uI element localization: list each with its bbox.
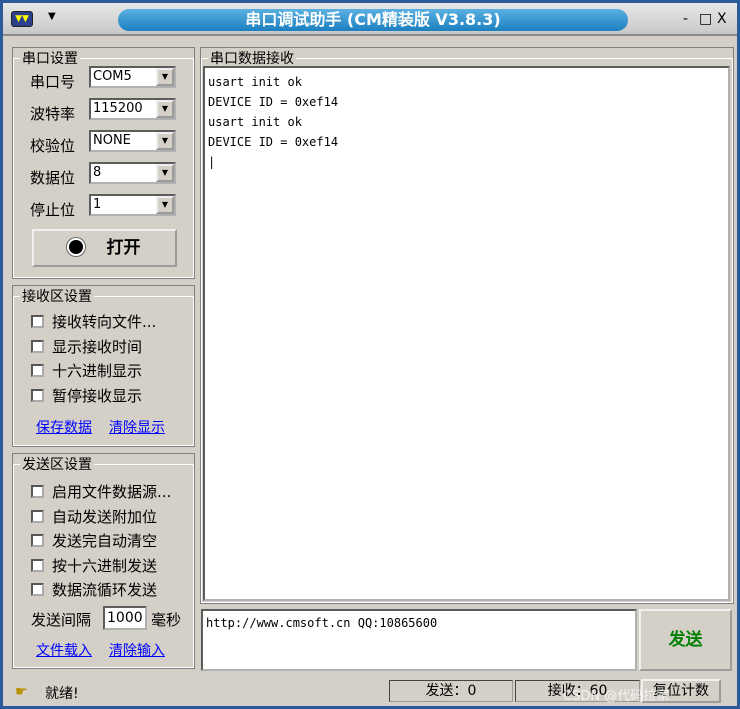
interval-label: 发送间隔 [31, 611, 92, 629]
baud-value: 115200 [93, 101, 143, 116]
watermark: CSDN @代码拉家 [563, 689, 670, 704]
stopbits-label: 停止位 [30, 201, 76, 219]
checkbox-icon[interactable] [31, 388, 44, 402]
open-label: 打开 [106, 238, 141, 258]
checkbox-label: 接收转向文件... [52, 313, 157, 331]
receive-option-checkbox[interactable]: 显示接收时间 [31, 336, 142, 357]
stopbits-value: 1 [93, 197, 102, 212]
send-option-checkbox[interactable]: 启用文件数据源... [31, 481, 171, 502]
close-button[interactable]: X [717, 11, 727, 27]
checkbox-icon[interactable] [31, 485, 44, 498]
checkbox-label: 暂停接收显示 [52, 386, 143, 405]
interval-input[interactable]: 1000 [103, 606, 147, 630]
databits-value: 8 [93, 165, 102, 180]
baud-label: 波特率 [30, 105, 76, 123]
send-textarea[interactable]: http://www.cmsoft.cn QQ:10865600 [201, 609, 637, 671]
send-option-checkbox[interactable]: 按十六进制发送 [31, 555, 157, 576]
status-ready: 就绪! [45, 686, 79, 702]
chevron-down-icon[interactable]: ▼ [156, 164, 174, 182]
checkbox-label: 按十六进制发送 [52, 556, 158, 575]
send-settings-legend: 发送区设置 [22, 457, 92, 473]
chevron-down-icon[interactable]: ▼ [156, 132, 174, 150]
receive-option-checkbox[interactable]: 接收转向文件... [31, 311, 156, 332]
app-window: ▼▼ ▼ 串口调试助手 (CM精装版 V3.8.3) - □ X 串口设置 串口… [0, 0, 740, 709]
checkbox-label: 十六进制显示 [52, 362, 143, 380]
save-data-link[interactable]: 保存数据 [36, 417, 92, 437]
parity-select[interactable]: NONE ▼ [89, 130, 176, 152]
send-button[interactable]: 发送 [639, 609, 732, 671]
stopbits-select[interactable]: 1 ▼ [89, 194, 176, 216]
clear-input-link[interactable]: 清除输入 [109, 640, 165, 660]
checkbox-icon[interactable] [31, 534, 44, 547]
databits-label: 数据位 [30, 169, 76, 187]
chevron-down-icon[interactable]: ▼ [156, 100, 174, 118]
record-dot-icon [68, 240, 83, 254]
port-label: 串口号 [30, 73, 76, 91]
receive-option-checkbox[interactable]: 暂停接收显示 [31, 385, 142, 406]
send-option-checkbox[interactable]: 发送完自动清空 [31, 530, 157, 551]
parity-value: NONE [93, 133, 131, 148]
app-icon[interactable]: ▼▼ [11, 11, 33, 27]
maximize-button[interactable]: □ [699, 11, 712, 27]
checkbox-label: 显示接收时间 [52, 337, 143, 356]
clear-display-link[interactable]: 清除显示 [109, 417, 165, 437]
chevron-down-icon[interactable]: ▼ [156, 196, 174, 214]
sent-count: 发送：0 [389, 680, 513, 702]
checkbox-icon[interactable] [31, 558, 44, 572]
checkbox-icon[interactable] [31, 509, 44, 523]
send-option-checkbox[interactable]: 自动发送附加位 [31, 506, 157, 527]
minimize-button[interactable]: - [683, 11, 688, 27]
hand-pointer-icon: ☛ [15, 684, 28, 700]
checkbox-label: 数据流循环发送 [52, 581, 158, 599]
databits-select[interactable]: 8 ▼ [89, 162, 176, 184]
checkbox-icon[interactable] [31, 364, 44, 377]
title-bar: ▼▼ ▼ 串口调试助手 (CM精装版 V3.8.3) - □ X [3, 3, 737, 36]
checkbox-label: 发送完自动清空 [52, 532, 158, 550]
checkbox-icon[interactable] [31, 315, 44, 328]
chevron-down-icon[interactable]: ▼ [156, 68, 174, 86]
system-menu-arrow-icon[interactable]: ▼ [48, 11, 56, 22]
checkbox-icon[interactable] [31, 339, 44, 353]
receive-option-checkbox[interactable]: 十六进制显示 [31, 360, 142, 381]
port-value: COM5 [93, 69, 132, 84]
parity-label: 校验位 [30, 137, 76, 155]
receive-settings-legend: 接收区设置 [22, 289, 92, 305]
checkbox-label: 自动发送附加位 [52, 507, 158, 526]
load-file-link[interactable]: 文件载入 [36, 640, 92, 660]
send-option-checkbox[interactable]: 数据流循环发送 [31, 579, 157, 600]
open-port-button[interactable]: 打开 [32, 229, 177, 267]
checkbox-label: 启用文件数据源... [52, 483, 172, 501]
checkbox-icon[interactable] [31, 583, 44, 596]
baud-select[interactable]: 115200 ▼ [89, 98, 176, 120]
interval-unit: 毫秒 [151, 611, 182, 629]
receive-textarea[interactable]: usart init ok DEVICE ID = 0xef14 usart i… [203, 66, 730, 601]
serial-settings-legend: 串口设置 [22, 51, 78, 67]
port-select[interactable]: COM5 ▼ [89, 66, 176, 88]
receive-data-legend: 串口数据接收 [210, 51, 294, 67]
window-title: 串口调试助手 (CM精装版 V3.8.3) [118, 9, 628, 31]
